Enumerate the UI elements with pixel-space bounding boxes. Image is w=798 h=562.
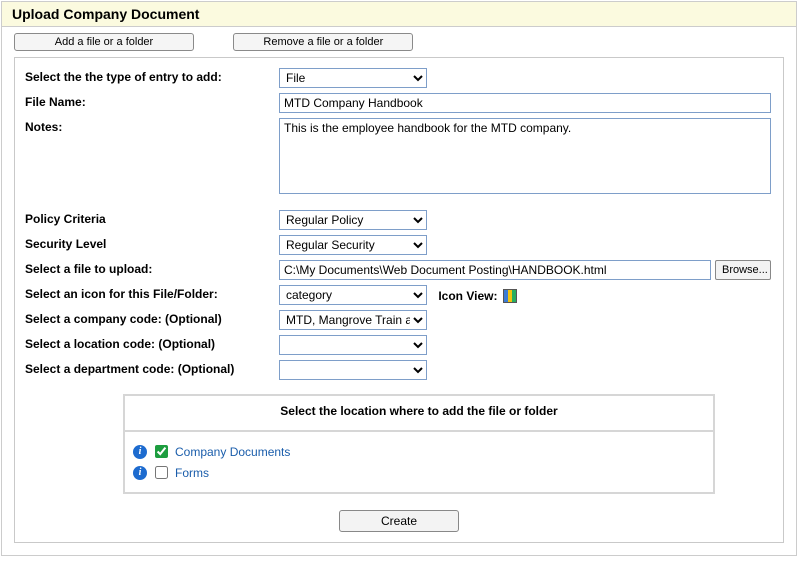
form-region: Select the the type of entry to add: Fil… [14, 57, 784, 543]
location-tree: i Company Documents i Forms [125, 430, 713, 492]
info-icon: i [133, 445, 147, 459]
add-file-folder-button[interactable]: Add a file or a folder [14, 33, 194, 51]
company-code-label: Select a company code: (Optional) [23, 310, 279, 326]
tree-item-company-documents[interactable]: i Company Documents [133, 442, 705, 461]
department-code-label: Select a department code: (Optional) [23, 360, 279, 376]
create-button[interactable]: Create [339, 510, 459, 532]
notes-textarea[interactable]: This is the employee handbook for the MT… [279, 118, 771, 194]
file-name-input[interactable] [279, 93, 771, 113]
page-title: Upload Company Document [2, 2, 796, 27]
file-name-label: File Name: [23, 93, 279, 109]
top-button-row: Add a file or a folder Remove a file or … [2, 27, 796, 57]
security-select[interactable]: Regular Security [279, 235, 427, 255]
forms-checkbox[interactable] [155, 466, 168, 479]
icon-select[interactable]: category [279, 285, 427, 305]
tree-label: Company Documents [175, 445, 290, 459]
info-icon: i [133, 466, 147, 480]
upload-company-document-panel: Upload Company Document Add a file or a … [1, 1, 797, 556]
category-icon [503, 289, 517, 303]
location-tree-title: Select the location where to add the fil… [125, 396, 713, 430]
entry-type-label: Select the the type of entry to add: [23, 68, 279, 84]
department-code-select[interactable] [279, 360, 427, 380]
tree-item-forms[interactable]: i Forms [133, 463, 705, 482]
company-code-select[interactable]: MTD, Mangrove Train and De [279, 310, 427, 330]
icon-view-label: Icon View: [438, 289, 497, 303]
company-documents-checkbox[interactable] [155, 445, 168, 458]
notes-label: Notes: [23, 118, 279, 134]
policy-label: Policy Criteria [23, 210, 279, 226]
remove-file-folder-button[interactable]: Remove a file or a folder [233, 33, 413, 51]
location-code-select[interactable] [279, 335, 427, 355]
create-row: Create [23, 502, 775, 532]
browse-button[interactable]: Browse... [715, 260, 771, 280]
file-upload-label: Select a file to upload: [23, 260, 279, 276]
security-label: Security Level [23, 235, 279, 251]
tree-label: Forms [175, 466, 209, 480]
icon-label: Select an icon for this File/Folder: [23, 285, 279, 301]
location-tree-box: Select the location where to add the fil… [123, 394, 715, 494]
policy-select[interactable]: Regular Policy [279, 210, 427, 230]
entry-type-select[interactable]: File [279, 68, 427, 88]
location-code-label: Select a location code: (Optional) [23, 335, 279, 351]
file-path-input[interactable] [279, 260, 711, 280]
